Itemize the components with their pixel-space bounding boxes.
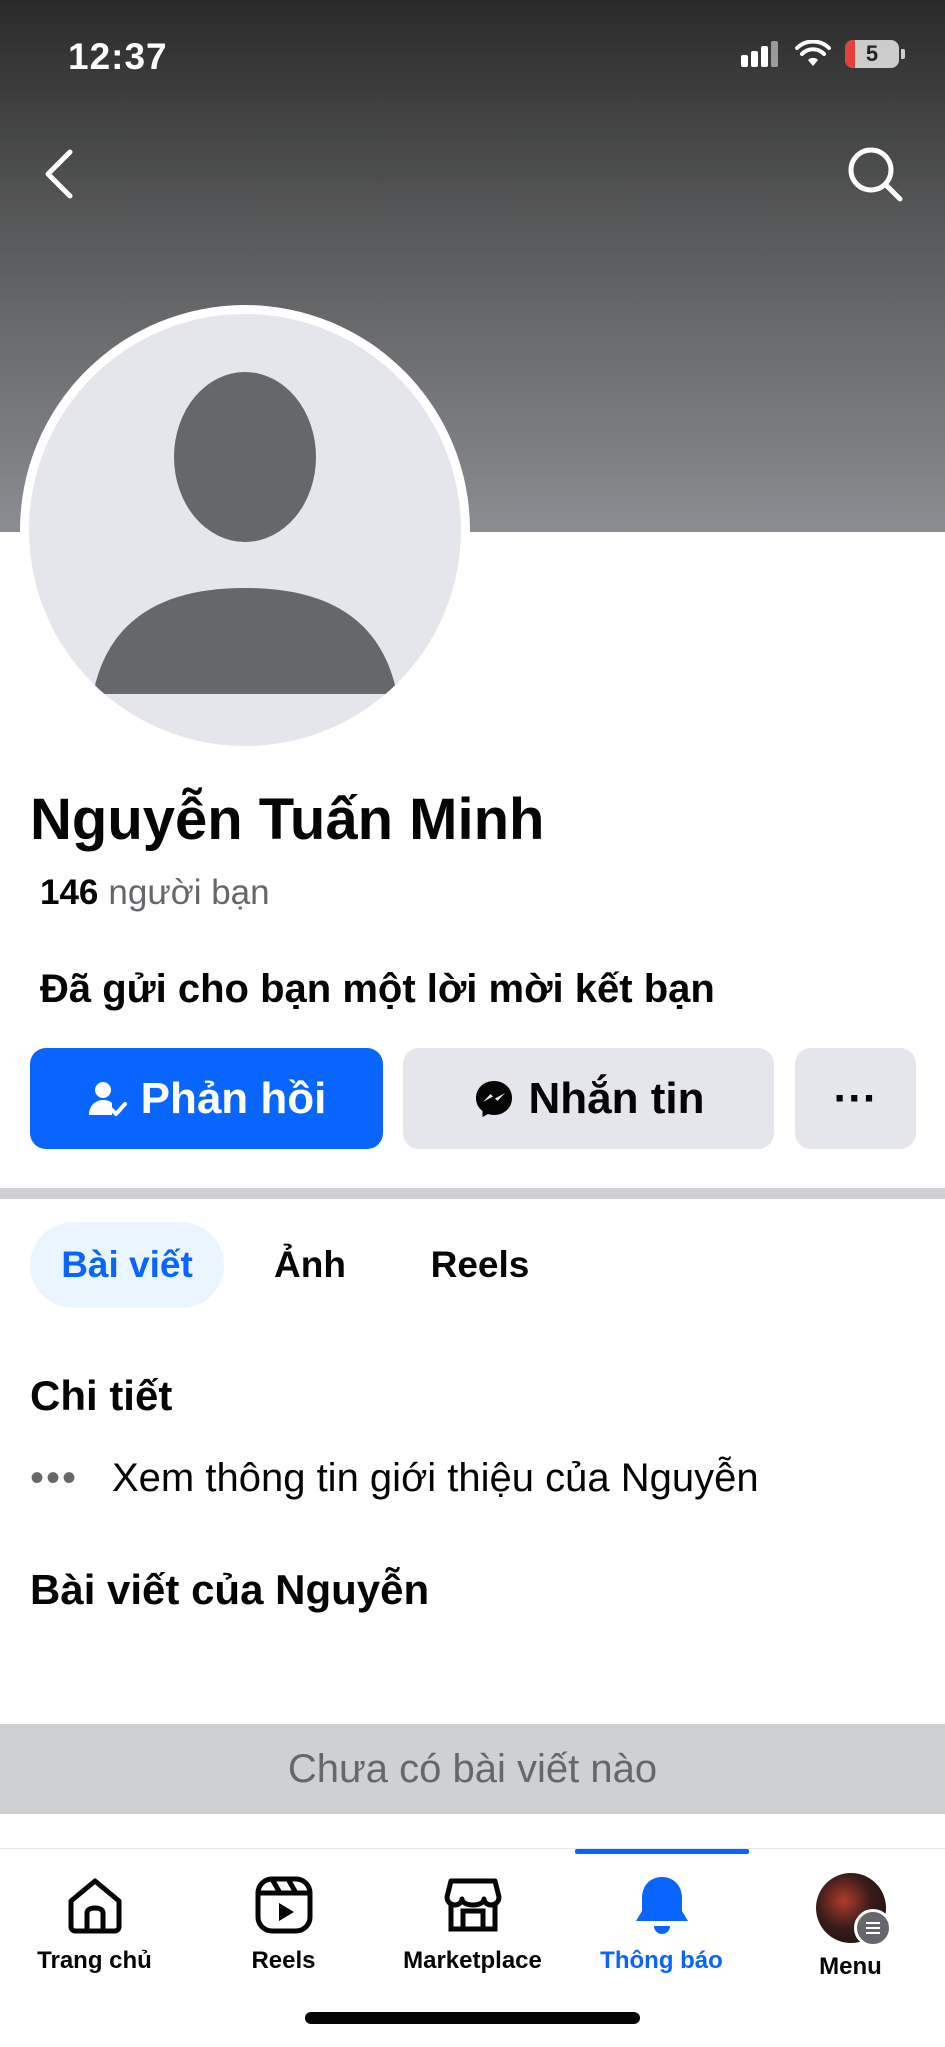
- no-posts-message: Chưa có bài viết nào: [0, 1724, 945, 1814]
- tab-reels[interactable]: Reels: [410, 1222, 550, 1308]
- bell-icon: [635, 1877, 688, 1934]
- nav-menu-label: Menu: [819, 1953, 882, 1980]
- nav-home-label: Trang chủ: [37, 1947, 152, 1974]
- posts-heading: Bài viết của Nguyễn: [30, 1566, 430, 1613]
- default-avatar: [29, 314, 461, 746]
- battery-icon: 5: [845, 40, 899, 68]
- friend-count-label: người bạn: [108, 873, 270, 912]
- home-indicator: [305, 2012, 640, 2024]
- search-icon[interactable]: [845, 144, 905, 204]
- nav-marketplace-label: Marketplace: [403, 1947, 542, 1974]
- home-icon: [68, 1878, 121, 1934]
- message-button-label: Nhắn tin: [528, 1073, 705, 1123]
- friend-request-text: Đã gửi cho bạn một lời mời kết bạn: [40, 967, 715, 1011]
- menu-hamburger-icon: [853, 1909, 892, 1947]
- nav-home[interactable]: Trang chủ: [0, 1873, 189, 1975]
- about-link[interactable]: ••• Xem thông tin giới thiệu của Nguyễn: [30, 1456, 759, 1501]
- more-options-button[interactable]: ···: [795, 1048, 916, 1149]
- profile-picture[interactable]: [20, 305, 470, 755]
- signal-icon: [741, 41, 778, 67]
- nav-marketplace[interactable]: Marketplace: [378, 1873, 567, 1975]
- marketplace-icon: [444, 1878, 501, 1932]
- nav-notifications-label: Thông báo: [600, 1947, 723, 1974]
- tab-photos[interactable]: Ảnh: [258, 1222, 362, 1308]
- status-icons: 5: [741, 40, 905, 68]
- respond-button-label: Phản hồi: [140, 1073, 327, 1123]
- battery-tip: [901, 49, 905, 59]
- messenger-icon: [475, 1080, 512, 1117]
- profile-name: Nguyễn Tuấn Minh: [30, 787, 545, 852]
- nav-menu[interactable]: Menu: [756, 1873, 945, 1981]
- section-divider: [0, 1188, 945, 1199]
- friend-count[interactable]: 146 người bạn: [40, 873, 270, 913]
- details-heading: Chi tiết: [30, 1372, 173, 1419]
- menu-avatar: [815, 1873, 892, 1947]
- tab-posts[interactable]: Bài viết: [30, 1222, 224, 1308]
- nav-notifications[interactable]: Thông báo: [567, 1873, 756, 1975]
- more-options-icon: ···: [833, 1073, 878, 1123]
- about-link-label: Xem thông tin giới thiệu của Nguyễn: [112, 1456, 759, 1500]
- reels-icon: [255, 1876, 312, 1934]
- person-check-icon: [88, 1081, 127, 1116]
- nav-reels[interactable]: Reels: [189, 1873, 378, 1975]
- wifi-icon: [795, 40, 831, 66]
- nav-reels-label: Reels: [251, 1947, 316, 1974]
- message-button[interactable]: Nhắn tin: [403, 1048, 774, 1149]
- person-silhouette-icon: [93, 372, 397, 694]
- more-dots-icon: •••: [30, 1456, 79, 1500]
- friend-count-number: 146: [40, 873, 99, 912]
- active-tab-indicator: [575, 1849, 749, 1854]
- status-time: 12:37: [68, 36, 168, 77]
- respond-button[interactable]: Phản hồi: [30, 1048, 383, 1149]
- back-arrow-icon[interactable]: [36, 146, 84, 202]
